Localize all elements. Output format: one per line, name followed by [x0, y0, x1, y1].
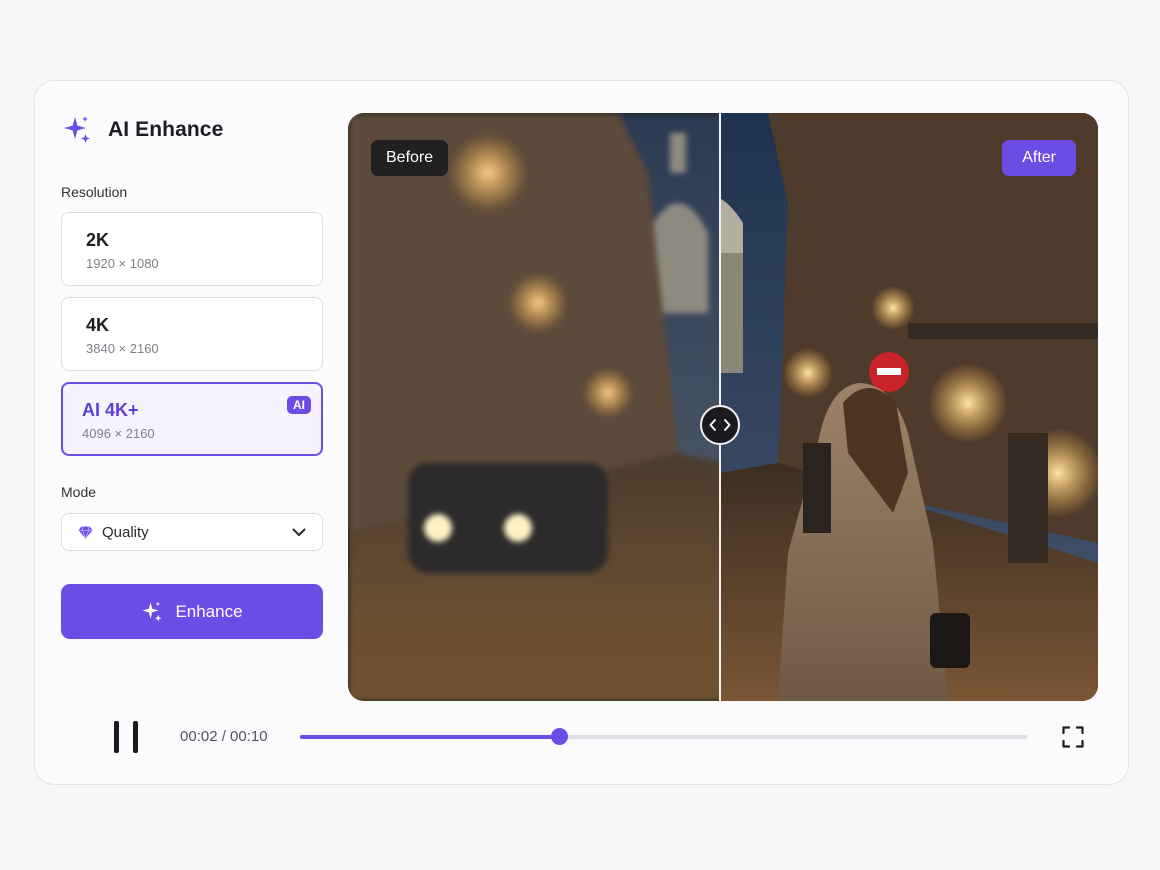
- playback-controls: 00:02 / 00:10: [0, 712, 1160, 762]
- option-name: AI 4K+: [82, 400, 139, 420]
- pause-button[interactable]: [110, 721, 142, 753]
- progress-fill: [300, 735, 559, 739]
- comparison-viewer[interactable]: Before After: [348, 113, 1098, 701]
- time-display: 00:02 / 00:10: [180, 728, 268, 745]
- resolution-option-2k[interactable]: 2K 1920 × 1080: [61, 212, 323, 286]
- enhance-button-label: Enhance: [175, 601, 243, 621]
- sparkle-icon: [142, 601, 162, 622]
- option-dimensions: 3840 × 2160: [86, 341, 159, 356]
- ai-badge: AI: [287, 396, 311, 414]
- option-dimensions: 4096 × 2160: [82, 426, 155, 441]
- sparkle-icon: [64, 116, 90, 143]
- option-dimensions: 1920 × 1080: [86, 256, 159, 271]
- compare-handle[interactable]: [700, 405, 740, 445]
- chevron-down-icon: [292, 528, 306, 536]
- pause-bar: [114, 721, 119, 753]
- option-name: 4K: [86, 315, 110, 335]
- resolution-label: Resolution: [61, 184, 128, 200]
- pause-bar: [133, 721, 138, 753]
- before-image: [348, 113, 720, 701]
- progress-thumb[interactable]: [550, 728, 568, 745]
- mode-label: Mode: [61, 484, 97, 500]
- before-tag: Before: [371, 140, 449, 176]
- after-image: [720, 113, 1098, 701]
- enhance-button[interactable]: Enhance: [61, 584, 323, 639]
- app-title: AI Enhance: [108, 118, 224, 141]
- mode-select[interactable]: Quality: [61, 513, 323, 551]
- fullscreen-icon[interactable]: [1062, 726, 1084, 748]
- after-tag: After: [1002, 140, 1076, 176]
- resolution-option-ai-4k-plus[interactable]: AI 4K+ 4096 × 2160 AI: [61, 382, 323, 456]
- compare-arrows-icon: [709, 419, 731, 431]
- mode-value: Quality: [102, 523, 149, 541]
- panel-header: AI Enhance: [62, 115, 223, 145]
- option-name: 2K: [86, 230, 110, 250]
- progress-track[interactable]: [300, 728, 1027, 745]
- resolution-option-4k[interactable]: 4K 3840 × 2160: [61, 297, 323, 371]
- diamond-icon: [78, 525, 93, 539]
